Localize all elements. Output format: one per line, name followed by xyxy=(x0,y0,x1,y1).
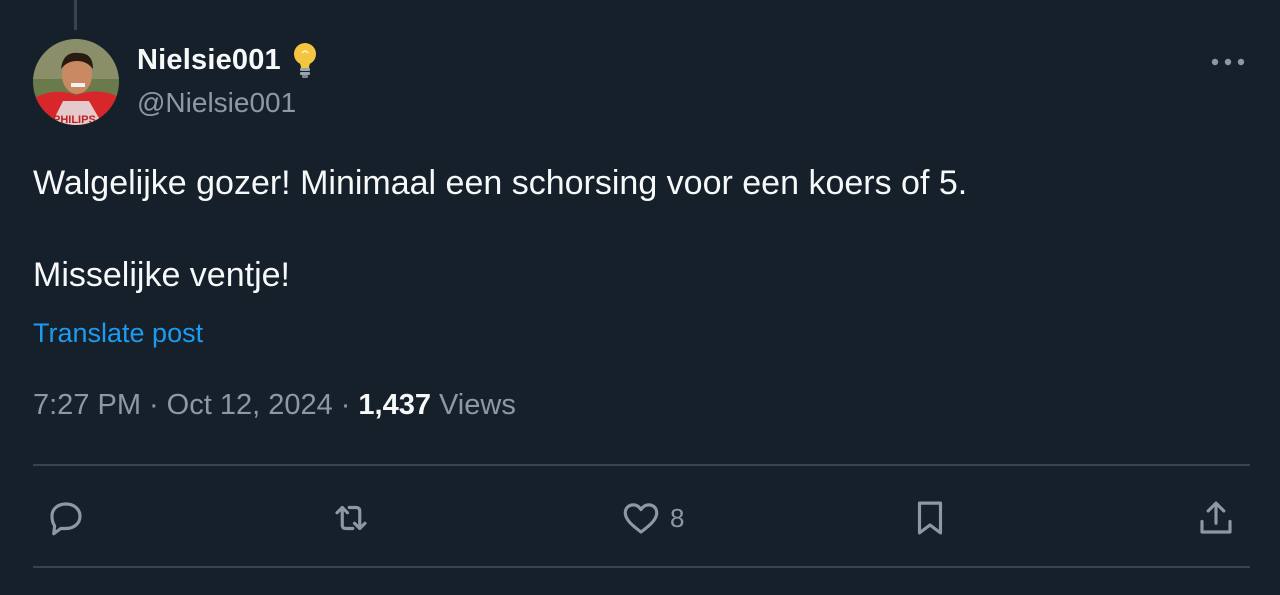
reply-icon xyxy=(50,502,82,536)
author-name-row: Nielsie001 xyxy=(137,40,319,80)
thread-connector-line xyxy=(74,0,77,30)
divider xyxy=(33,566,1250,568)
repost-icon xyxy=(335,505,367,531)
share-button[interactable] xyxy=(1195,492,1237,544)
share-icon xyxy=(1200,501,1232,534)
avatar[interactable]: PHILIPS xyxy=(33,39,119,125)
translate-post-link[interactable]: Translate post xyxy=(33,318,203,349)
svg-text:PHILIPS: PHILIPS xyxy=(53,114,96,125)
lightbulb-icon xyxy=(291,41,319,79)
heart-icon xyxy=(623,503,659,534)
author-display-name[interactable]: Nielsie001 xyxy=(137,44,281,77)
tweet-time[interactable]: 7:27 PM xyxy=(33,389,141,422)
tweet-date[interactable]: Oct 12, 2024 xyxy=(167,389,333,422)
author-handle[interactable]: @Nielsie001 xyxy=(137,87,296,119)
views-count[interactable]: 1,437 xyxy=(358,389,431,422)
action-bar: 8 xyxy=(0,492,1280,544)
like-count: 8 xyxy=(670,502,685,533)
tweet-meta: 7:27 PM · Oct 12, 2024 · 1,437 Views xyxy=(33,389,516,422)
reply-button[interactable] xyxy=(45,492,87,544)
avatar-image: PHILIPS xyxy=(33,39,119,125)
tweet-text: Walgelijke gozer! Minimaal een schorsing… xyxy=(33,164,968,294)
bookmark-button[interactable] xyxy=(909,492,951,544)
divider xyxy=(33,464,1250,466)
meta-separator: · xyxy=(149,389,159,421)
ellipsis-icon xyxy=(1211,58,1245,66)
meta-separator: · xyxy=(340,389,351,421)
more-options-button[interactable] xyxy=(1206,48,1250,76)
repost-button[interactable] xyxy=(330,492,372,544)
views-label: Views xyxy=(438,389,516,421)
like-button[interactable]: 8 xyxy=(620,492,684,544)
bookmark-icon xyxy=(917,501,943,535)
